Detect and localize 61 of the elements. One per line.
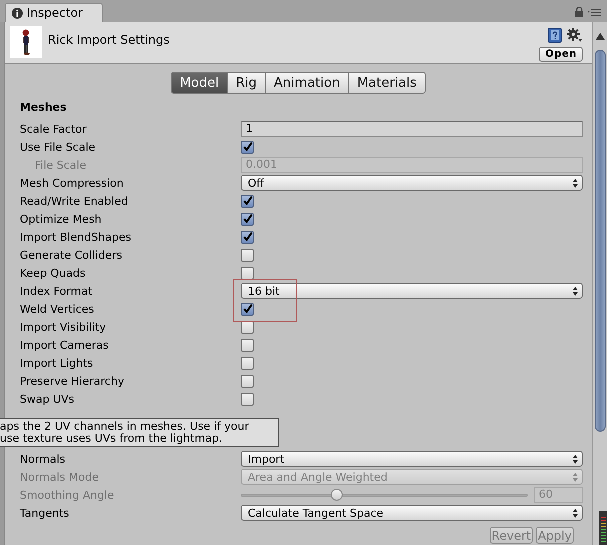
menu-icon[interactable]: [588, 8, 601, 16]
section-heading: Meshes: [20, 100, 68, 116]
up-down-arrows-icon: [573, 454, 578, 464]
checkbox[interactable]: [241, 356, 254, 370]
help-book-icon[interactable]: [548, 28, 562, 43]
checkbox[interactable]: [241, 302, 254, 316]
property-label: Keep Quads: [20, 266, 87, 280]
property-label: Preserve Hierarchy: [20, 374, 126, 388]
up-down-arrows-icon: [573, 178, 578, 188]
checkbox[interactable]: [241, 392, 254, 406]
property-label: Optimize Mesh: [20, 212, 103, 226]
property-label: Normals Mode: [20, 470, 100, 484]
checkbox[interactable]: [241, 248, 254, 262]
property-label: Read/Write Enabled: [20, 194, 130, 208]
checkbox[interactable]: [241, 230, 254, 244]
open-button[interactable]: Open: [539, 47, 583, 62]
info-icon: [12, 8, 23, 18]
level-meter-icon: [599, 511, 607, 545]
checkbox[interactable]: [241, 140, 254, 154]
dropdown[interactable]: Import: [241, 451, 583, 467]
property-label: Mesh Compression: [20, 176, 125, 190]
tab[interactable]: Rig: [228, 72, 266, 94]
scrollbar-thumb[interactable]: [595, 50, 606, 432]
property-label: Import BlendShapes: [20, 230, 133, 244]
checkbox[interactable]: [241, 212, 254, 226]
property-label: File Scale: [34, 158, 88, 172]
asset-title: Rick Import Settings: [48, 33, 171, 49]
inspector-tab[interactable]: Inspector: [5, 3, 103, 22]
property-label: Import Cameras: [20, 338, 110, 352]
property-label: Index Format: [20, 284, 94, 298]
property-label: Weld Vertices: [20, 302, 96, 316]
checkbox[interactable]: [241, 374, 254, 388]
up-down-arrows-icon: [573, 472, 578, 482]
tab[interactable]: Model: [171, 72, 228, 94]
up-down-arrows-icon: [573, 508, 578, 518]
tab[interactable]: Materials: [349, 72, 426, 94]
settings-icon[interactable]: [567, 28, 583, 43]
tooltip-line: aps the 2 UV channels in meshes. Use if your: [0, 421, 250, 433]
property-label: Scale Factor: [20, 122, 88, 136]
property-label: Generate Colliders: [20, 248, 124, 262]
tab-label: Inspector: [27, 6, 83, 20]
property-label: Smoothing Angle: [20, 488, 116, 502]
property-label: Import Lights: [20, 356, 94, 370]
property-label: Use File Scale: [20, 140, 97, 154]
property-label: Swap UVs: [20, 392, 76, 406]
tab[interactable]: Animation: [266, 72, 350, 94]
dropdown[interactable]: Off: [241, 175, 583, 191]
checkbox[interactable]: [241, 320, 254, 334]
checkbox[interactable]: [241, 266, 254, 280]
checkbox[interactable]: [241, 338, 254, 352]
lock-icon[interactable]: [575, 7, 584, 17]
up-down-arrows-icon: [573, 286, 578, 296]
tooltip-line: use texture uses UVs from the lightmap.: [0, 433, 224, 445]
text-field[interactable]: 1: [241, 121, 583, 137]
property-label: Tangents: [20, 506, 70, 520]
scroll-up-icon[interactable]: [596, 33, 605, 40]
dropdown[interactable]: 16 bit: [241, 283, 583, 299]
checkbox[interactable]: [241, 194, 254, 208]
property-label: Normals: [20, 452, 67, 466]
dropdown[interactable]: Calculate Tangent Space: [241, 505, 583, 521]
property-label: Import Visibility: [20, 320, 108, 334]
